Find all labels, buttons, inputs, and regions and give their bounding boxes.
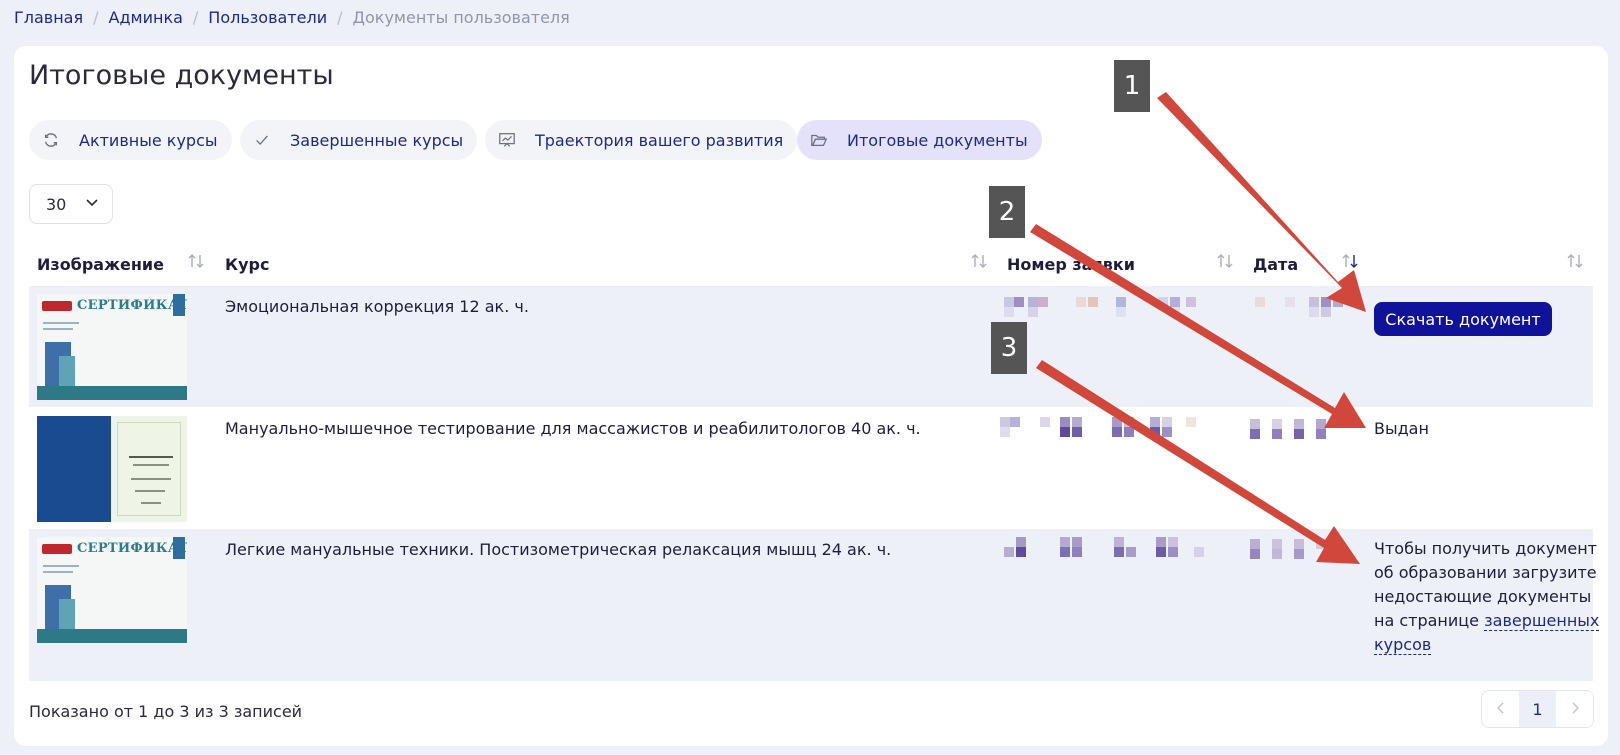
pagination-prev[interactable] <box>1482 691 1519 727</box>
date-redacted <box>1255 297 1345 319</box>
sort-icon[interactable] <box>1565 252 1585 270</box>
chevron-left-icon <box>1494 700 1508 719</box>
breadcrumb-home[interactable]: Главная <box>14 8 83 27</box>
course-title: Эмоциональная коррекция 12 ак. ч. <box>225 297 529 316</box>
chart-board-icon <box>497 130 517 150</box>
completed-courses-link[interactable]: завершенных <box>1484 611 1600 631</box>
sort-icon[interactable] <box>969 252 989 270</box>
tab-active-courses[interactable]: Активные курсы <box>29 120 232 160</box>
certificate-title: СЕРТИФИКАТ <box>77 298 187 313</box>
date-redacted <box>1250 419 1342 441</box>
folder-open-icon <box>809 130 829 150</box>
page-title: Итоговые документы <box>29 60 334 91</box>
hint-line: об образовании загрузите <box>1374 563 1597 582</box>
upload-documents-hint: Чтобы получить документ об образовании з… <box>1374 537 1600 657</box>
annotation-marker-2: 2 <box>989 186 1025 238</box>
breadcrumb: Главная / Админка / Пользователи / Докум… <box>14 8 570 27</box>
breadcrumb-users[interactable]: Пользователи <box>208 8 327 27</box>
certificate-image: СЕРТИФИКАТ <box>37 537 187 643</box>
tab-development-trajectory[interactable]: Траектория вашего развития <box>485 120 798 160</box>
tab-label: Завершенные курсы <box>290 130 464 150</box>
sort-icon[interactable] <box>1215 252 1235 270</box>
chevron-down-icon <box>84 194 100 214</box>
download-document-button[interactable]: Скачать документ <box>1374 302 1552 336</box>
sort-icon[interactable] <box>186 252 206 270</box>
pagination: 1 <box>1481 690 1594 728</box>
hint-line: Чтобы получить документ <box>1374 539 1597 558</box>
page-size-select[interactable]: 30 <box>29 184 113 224</box>
status-issued: Выдан <box>1374 419 1429 438</box>
request-number-redacted <box>1004 297 1204 319</box>
annotation-marker-1: 1 <box>1114 60 1150 112</box>
refresh-icon <box>41 130 61 150</box>
column-header-image: Изображение <box>37 255 164 274</box>
certificate-image: СЕРТИФИКАТ <box>37 294 187 400</box>
breadcrumb-current: Документы пользователя <box>352 8 570 27</box>
chevron-right-icon <box>1568 700 1582 719</box>
tab-label: Итоговые документы <box>847 130 1028 150</box>
completed-courses-link[interactable]: курсов <box>1374 635 1432 655</box>
breadcrumb-separator: / <box>192 8 199 27</box>
records-info: Показано от 1 до 3 из 3 записей <box>29 702 303 721</box>
tab-final-documents[interactable]: Итоговые документы <box>797 120 1042 160</box>
column-header-date: Дата <box>1253 255 1299 274</box>
check-icon <box>252 130 272 150</box>
hint-line: на странице <box>1374 611 1480 630</box>
date-redacted <box>1250 539 1342 561</box>
tab-label: Траектория вашего развития <box>535 130 784 150</box>
certificate-title: СЕРТИФИКАТ <box>77 541 187 556</box>
request-number-redacted <box>1000 417 1204 439</box>
page-size-value: 30 <box>46 194 67 214</box>
hint-line: недостающие документы <box>1374 587 1592 606</box>
column-header-course: Курс <box>225 255 270 274</box>
breadcrumb-admin[interactable]: Админка <box>109 8 183 27</box>
breadcrumb-separator: / <box>93 8 99 27</box>
annotation-marker-3: 3 <box>991 322 1027 374</box>
request-number-redacted <box>1004 537 1210 559</box>
tab-completed-courses[interactable]: Завершенные курсы <box>240 120 478 160</box>
column-header-request-number: Номер заявки <box>1007 255 1135 274</box>
diploma-image <box>37 416 187 522</box>
pagination-page[interactable]: 1 <box>1519 691 1556 727</box>
tab-label: Активные курсы <box>79 130 218 150</box>
breadcrumb-separator: / <box>337 8 343 27</box>
sort-desc-icon[interactable] <box>1340 252 1360 270</box>
course-title: Мануально-мышечное тестирование для масс… <box>225 419 921 438</box>
pagination-next[interactable] <box>1556 691 1593 727</box>
course-title: Легкие мануальные техники. Постизометрич… <box>225 540 892 559</box>
